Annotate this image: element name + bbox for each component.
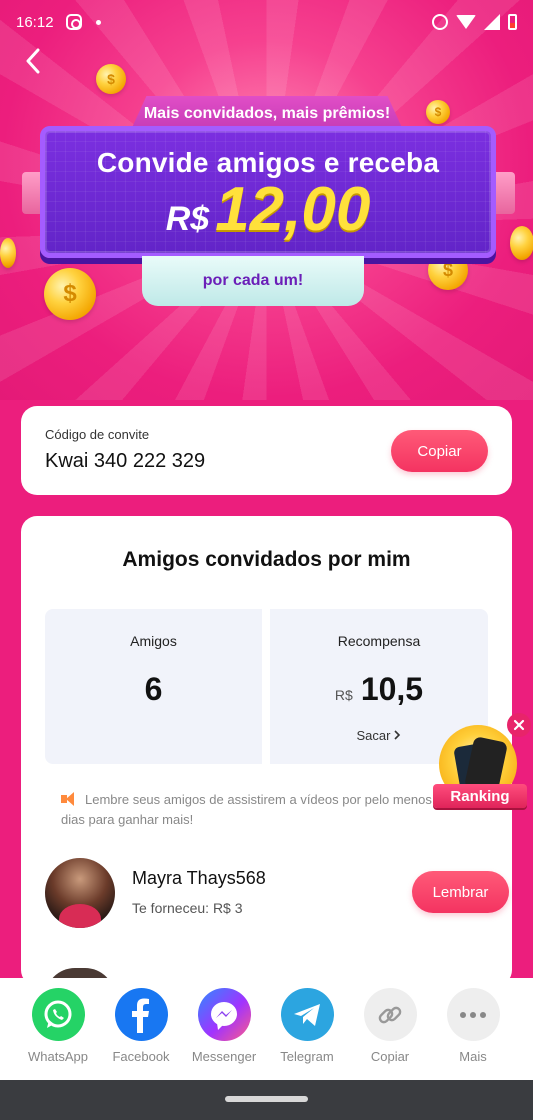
wifi-icon (456, 15, 476, 29)
share-label: WhatsApp (28, 1049, 88, 1064)
avatar (45, 858, 115, 928)
system-nav-bar (0, 1080, 533, 1120)
facebook-icon (114, 988, 168, 1041)
chevron-right-icon (394, 730, 401, 740)
telegram-icon (280, 988, 334, 1041)
reminder-text: Lembre seus amigos de assistirem a vídeo… (61, 792, 468, 827)
whatsapp-icon (31, 988, 85, 1041)
share-label: Facebook (112, 1049, 170, 1064)
close-ranking-button[interactable] (507, 713, 531, 737)
instagram-icon (65, 14, 82, 30)
remind-button[interactable]: Lembrar (412, 871, 509, 913)
ranking-label: Ranking (433, 784, 527, 808)
link-icon (363, 988, 417, 1041)
section-title: Amigos convidados por mim (122, 548, 411, 571)
coin-icon: $ (96, 64, 126, 94)
alarm-icon (432, 14, 448, 30)
share-more[interactable]: Mais (431, 988, 515, 1064)
back-button[interactable] (18, 46, 48, 76)
status-bar: 16:12 (0, 0, 533, 44)
reward-currency: R$ (334, 687, 353, 703)
coin-icon (510, 226, 533, 260)
more-icon (446, 988, 500, 1041)
battery-icon (508, 14, 517, 30)
share-label: Messenger (191, 1049, 257, 1064)
coin-icon: $ (426, 100, 450, 124)
share-label: Mais (459, 1049, 487, 1064)
notification-dot-icon (95, 19, 101, 25)
copy-code-button[interactable]: Copiar (391, 430, 488, 472)
speaker-icon (61, 792, 79, 806)
reward-value: 10,5 (360, 671, 424, 707)
coin-icon: $ (44, 268, 96, 320)
reminder-text-block: Lembre seus amigos de assistirem a vídeo… (61, 790, 471, 830)
share-label: Copiar (370, 1049, 410, 1064)
share-copy-link[interactable]: Copiar (348, 988, 432, 1064)
banner-ribbon: por cada um! (142, 256, 364, 306)
reward-label: Recompensa (337, 633, 421, 649)
withdraw-label: Sacar (356, 728, 391, 743)
banner-currency: R$ (165, 200, 210, 238)
share-whatsapp[interactable]: WhatsApp (16, 988, 100, 1064)
friend-name: Mayra Thays568 (132, 868, 266, 888)
invite-code-value: Kwai 340 222 329 (45, 450, 206, 472)
close-icon (513, 719, 525, 731)
share-bar: WhatsApp Facebook Messenger Telegram Cop… (0, 978, 533, 1080)
friend-contribution: Te forneceu: R$ 3 (132, 900, 243, 916)
banner-main: Convide amigos e receba R$ 12,00 (40, 126, 496, 258)
home-indicator[interactable] (225, 1096, 308, 1102)
friends-count: 6 (144, 671, 163, 707)
friends-count-box: Amigos 6 (45, 609, 262, 764)
share-facebook[interactable]: Facebook (99, 988, 183, 1064)
share-messenger[interactable]: Messenger (182, 988, 266, 1064)
messenger-icon (197, 988, 251, 1041)
banner-amount: 12,00 (215, 175, 371, 244)
signal-icon (484, 14, 500, 30)
status-time: 16:12 (16, 13, 54, 31)
coin-icon (0, 238, 16, 268)
invite-code-card: Código de convite Kwai 340 222 329 Copia… (21, 406, 512, 495)
chevron-left-icon (26, 48, 40, 74)
share-telegram[interactable]: Telegram (265, 988, 349, 1064)
friend-list-item: Mayra Thays568 Te forneceu: R$ 3 Lembrar (45, 856, 509, 928)
invite-code-label: Código de convite (45, 427, 150, 442)
friends-label: Amigos (130, 633, 177, 649)
share-label: Telegram (280, 1049, 334, 1064)
